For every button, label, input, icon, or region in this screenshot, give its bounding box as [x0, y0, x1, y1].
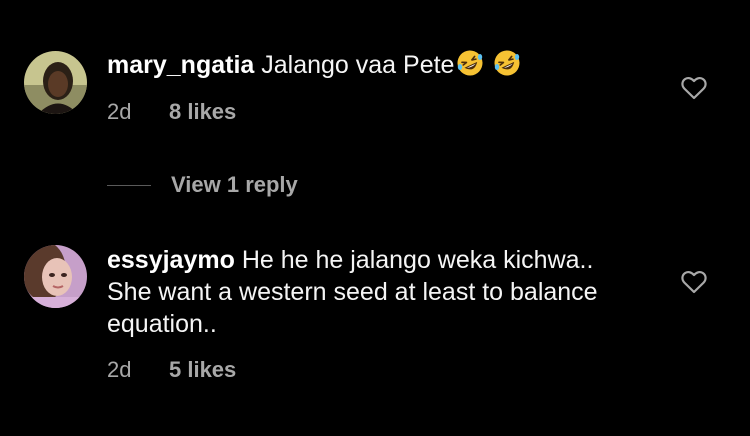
likes-count[interactable]: 5 likes: [169, 357, 236, 382]
comment-meta: 2d 8 likes: [107, 99, 236, 125]
heart-icon[interactable]: [681, 270, 707, 294]
view-replies-label: View 1 reply: [171, 172, 298, 197]
view-replies-button[interactable]: View 1 reply: [107, 170, 298, 200]
comment-text: Jalango vaa Pete: [261, 51, 455, 79]
comment-username[interactable]: essyjaymo: [107, 246, 235, 274]
avatar[interactable]: [24, 51, 87, 114]
comment-username[interactable]: mary_ngatia: [107, 51, 254, 79]
reply-divider: [107, 184, 151, 186]
comment-meta: 2d 5 likes: [107, 357, 236, 383]
rolling-on-floor-laughing-emoji-icon: [494, 50, 520, 76]
comment-timestamp: 2d: [107, 99, 132, 124]
avatar-image: [24, 51, 87, 114]
comment-timestamp: 2d: [107, 357, 132, 382]
avatar[interactable]: [24, 245, 87, 308]
comment-body: essyjaymo He he he jalango weka kichwa..…: [107, 244, 607, 340]
comment-body: mary_ngatia Jalango vaa Pete: [107, 49, 647, 81]
heart-icon[interactable]: [681, 76, 707, 100]
avatar-image: [24, 245, 87, 308]
rolling-on-floor-laughing-emoji-icon: [457, 50, 483, 76]
likes-count[interactable]: 8 likes: [169, 99, 236, 124]
